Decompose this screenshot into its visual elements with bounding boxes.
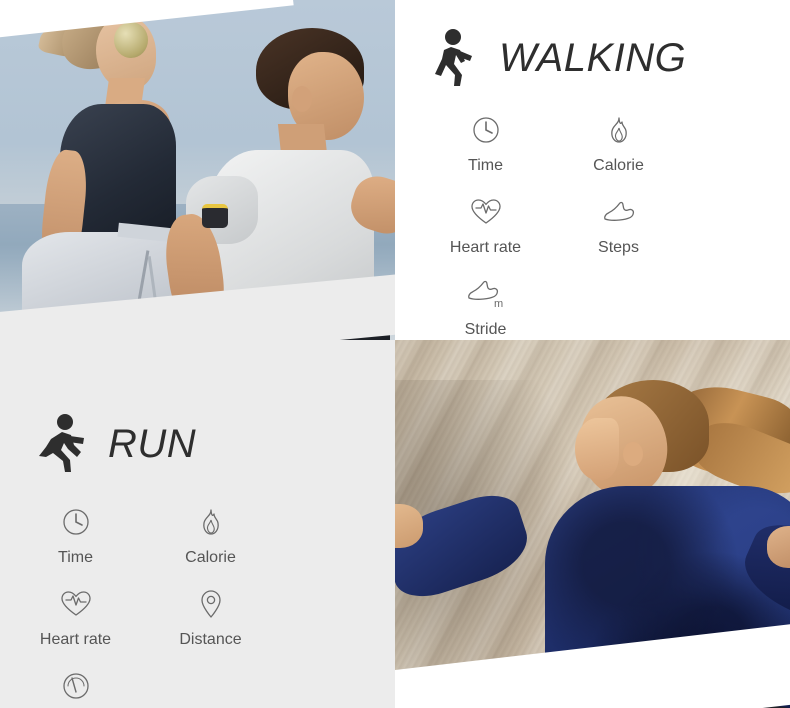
run-photo bbox=[395, 340, 790, 708]
metric-steps[interactable]: Steps bbox=[552, 194, 685, 258]
shoe-icon bbox=[600, 194, 638, 230]
metric-stride-frequency[interactable]: m Stride frequency bbox=[419, 276, 552, 340]
metric-label: Distance bbox=[179, 631, 242, 648]
heart-pulse-icon bbox=[60, 586, 92, 622]
walking-person-icon bbox=[429, 28, 481, 88]
metric-speed[interactable]: Speed bbox=[8, 668, 143, 708]
woman-headphone bbox=[114, 22, 148, 58]
metric-distance[interactable]: Distance bbox=[143, 586, 278, 650]
metric-time[interactable]: Time bbox=[8, 504, 143, 568]
run-header: RUN bbox=[34, 414, 395, 474]
runner-face bbox=[575, 418, 619, 480]
walking-header: WALKING bbox=[429, 28, 790, 88]
walking-metric-grid: Time Calorie Heart rate Steps m Stride bbox=[419, 112, 779, 340]
metric-label: Stride frequency bbox=[464, 321, 507, 338]
metric-label: Calorie bbox=[185, 549, 236, 566]
heart-pulse-icon bbox=[470, 194, 502, 230]
panel-title: WALKING bbox=[499, 36, 687, 80]
walking-panel: WALKING Time Calorie Heart rate Steps m … bbox=[395, 0, 790, 340]
panel-title: RUN bbox=[108, 422, 197, 466]
man-ear bbox=[292, 86, 312, 112]
metric-heart-rate[interactable]: Heart rate bbox=[8, 586, 143, 650]
metric-label: Calorie bbox=[593, 157, 644, 174]
promo-feature-board: WALKING Time Calorie Heart rate Steps m … bbox=[0, 0, 790, 708]
flame-icon bbox=[198, 504, 224, 540]
running-person-icon bbox=[34, 414, 90, 474]
metric-time[interactable]: Time bbox=[419, 112, 552, 176]
metric-calorie[interactable]: Calorie bbox=[143, 504, 278, 568]
walking-photo bbox=[0, 0, 395, 340]
runner-ear bbox=[623, 442, 643, 466]
speedometer-icon bbox=[61, 668, 91, 704]
clock-icon bbox=[471, 112, 501, 148]
shoe-meter-icon: m bbox=[464, 276, 508, 312]
map-pin-icon bbox=[199, 586, 223, 622]
metric-label: Time bbox=[468, 157, 503, 174]
metric-heart-rate[interactable]: Heart rate bbox=[419, 194, 552, 258]
metric-label: Time bbox=[58, 549, 93, 566]
svg-text:m: m bbox=[494, 298, 503, 310]
clock-icon bbox=[61, 504, 91, 540]
fitness-watch bbox=[202, 204, 228, 228]
metric-calorie[interactable]: Calorie bbox=[552, 112, 685, 176]
flame-icon bbox=[606, 112, 632, 148]
metric-label: Steps bbox=[598, 239, 639, 256]
run-metric-grid: Time Calorie Heart rate Distance bbox=[8, 504, 388, 708]
metric-label: Heart rate bbox=[449, 239, 522, 256]
run-panel: RUN Time Calorie Heart rate Distance bbox=[0, 340, 395, 708]
metric-label: Heart rate bbox=[39, 631, 112, 648]
